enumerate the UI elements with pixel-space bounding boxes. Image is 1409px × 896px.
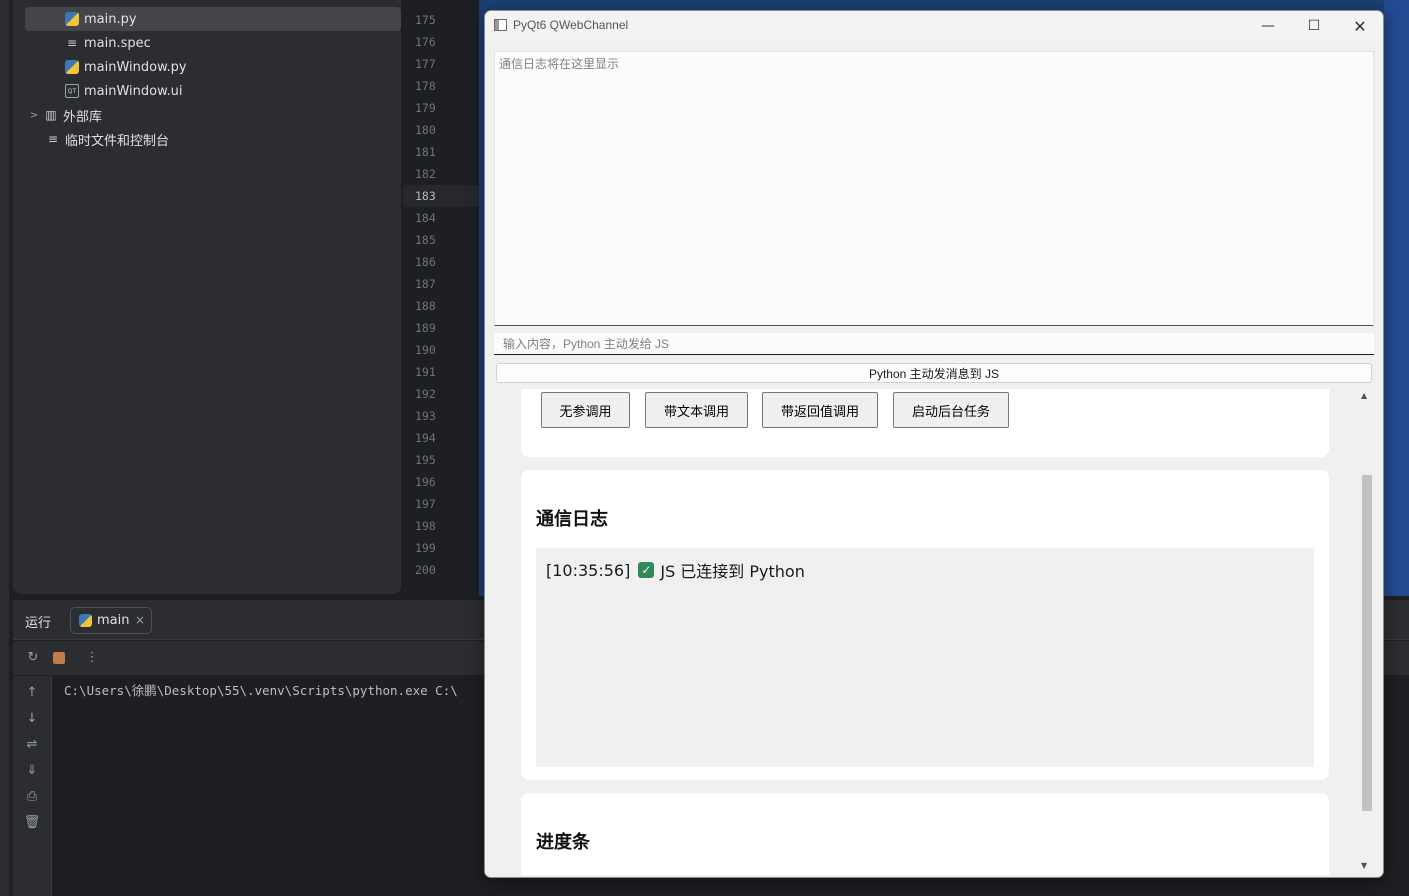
log-area: [10:35:56] ✓ JS 已连接到 Python [536, 548, 1314, 767]
library-icon: ▥ [45, 108, 57, 122]
ui-file-icon: QT [65, 84, 79, 98]
line-number: 175 [415, 13, 436, 27]
progress-card-title: 进度条 [536, 832, 590, 853]
window-title: PyQt6 QWebChannel [513, 18, 629, 32]
run-title: 运行 [25, 616, 52, 631]
line-number: 176 [415, 35, 436, 49]
window-title-bar[interactable]: PyQt6 QWebChannel — ☐ ✕ [485, 11, 1383, 41]
project-tree-panel: main.py ≡ main.spec mainWindow.py QT mai… [13, 0, 401, 594]
call-with-return-button[interactable]: 带返回值调用 [762, 392, 878, 428]
log-entry-time: [10:35:56] [546, 560, 631, 580]
line-number: 200 [415, 563, 436, 577]
arrow-up-icon[interactable]: ↑ [23, 684, 41, 702]
chevron-right-icon[interactable]: > [27, 110, 41, 121]
pyqt-window: PyQt6 QWebChannel — ☐ ✕ 通信日志将在这里显示 Pytho… [484, 10, 1384, 878]
line-number: 186 [415, 255, 436, 269]
actions-card: 无参调用 带文本调用 带返回值调用 启动后台任务 [521, 389, 1329, 457]
print-icon[interactable]: ⎙ [23, 788, 41, 806]
stop-button[interactable] [53, 652, 65, 664]
tree-item-main-py[interactable]: main.py [25, 7, 401, 31]
tree-item-label: mainWindow.py [84, 59, 187, 75]
line-number: 197 [415, 497, 436, 511]
python-file-icon [65, 12, 79, 26]
check-icon: ✓ [638, 562, 655, 578]
app-icon [494, 19, 507, 31]
call-no-args-button[interactable]: 无参调用 [541, 392, 630, 428]
line-number: 190 [415, 343, 436, 357]
line-number: 199 [415, 541, 436, 555]
line-number: 184 [415, 211, 436, 225]
message-input[interactable] [494, 333, 1374, 355]
window-body: 通信日志将在这里显示 Python 主动发消息到 JS 无参调用 带文本调用 带… [485, 41, 1383, 877]
tree-item-scratches[interactable]: ≡ 临时文件和控制台 [46, 127, 169, 151]
line-number: 187 [415, 277, 436, 291]
line-number: 180 [415, 123, 436, 137]
line-number: 178 [415, 79, 436, 93]
tree-item-external-libraries[interactable]: > ▥ 外部库 [27, 103, 102, 127]
line-number: 181 [415, 145, 436, 159]
scroll-down-arrow-icon[interactable]: ▼ [1361, 861, 1367, 870]
editor-gutter: 175 176 177 178 179 180 181 182 183 184 … [403, 0, 479, 596]
line-number: 188 [415, 299, 436, 313]
progress-card: 进度条 [521, 793, 1329, 875]
editor-scroll-edge [1384, 0, 1409, 596]
log-card: 通信日志 [10:35:56] ✓ JS 已连接到 Python [521, 470, 1329, 780]
start-background-task-button[interactable]: 启动后台任务 [893, 392, 1009, 428]
web-scrollbar[interactable]: ▲ ▼ [1358, 389, 1374, 875]
scroll-to-end-icon[interactable]: ⇓ [23, 762, 41, 780]
tree-item-main-spec[interactable]: ≡ main.spec [65, 31, 151, 55]
line-number: 189 [415, 321, 436, 335]
current-line-number: 183 [403, 185, 479, 207]
call-with-text-button[interactable]: 带文本调用 [645, 392, 748, 428]
line-number: 192 [415, 387, 436, 401]
spec-file-icon: ≡ [66, 36, 78, 50]
line-number: 194 [415, 431, 436, 445]
scratches-icon: ≡ [47, 132, 59, 146]
window-close-button[interactable]: ✕ [1337, 11, 1383, 41]
line-number: 177 [415, 57, 436, 71]
web-view: 无参调用 带文本调用 带返回值调用 启动后台任务 通信日志 [10:35:56]… [494, 389, 1374, 875]
send-to-js-button[interactable]: Python 主动发消息到 JS [496, 363, 1372, 383]
line-number: 193 [415, 409, 436, 423]
log-entry-text: JS 已连接到 Python [660, 562, 805, 581]
tree-item-label: 外部库 [63, 109, 103, 125]
python-file-icon [65, 60, 79, 74]
soft-wrap-icon[interactable]: ⇌ [23, 736, 41, 754]
run-tab-label: main [97, 613, 130, 628]
line-number: 182 [415, 167, 436, 181]
tree-item-label: main.py [84, 11, 137, 27]
tree-item-label: mainWindow.ui [84, 83, 183, 99]
tree-item-label: 临时文件和控制台 [65, 133, 170, 149]
line-number: 191 [415, 365, 436, 379]
tree-item-mainwindow-py[interactable]: mainWindow.py [65, 55, 187, 79]
line-number: 198 [415, 519, 436, 533]
rerun-icon[interactable]: ↻ [25, 649, 41, 665]
maximize-button[interactable]: ☐ [1291, 11, 1337, 41]
log-card-title: 通信日志 [536, 509, 608, 530]
more-options-icon[interactable]: ⋮ [84, 649, 100, 665]
log-placeholder: 通信日志将在这里显示 [499, 57, 620, 71]
log-entry: [10:35:56] ✓ JS 已连接到 Python [546, 558, 805, 582]
tree-item-label: main.spec [84, 35, 151, 51]
scroll-up-arrow-icon[interactable]: ▲ [1361, 391, 1367, 400]
scrollbar-thumb[interactable] [1362, 475, 1372, 811]
run-side-toolbar: ↑ ↓ ⇌ ⇓ ⎙ 🗑 [13, 676, 52, 896]
arrow-down-icon[interactable]: ↓ [23, 710, 41, 728]
tree-item-mainwindow-ui[interactable]: QT mainWindow.ui [65, 79, 183, 103]
run-tab-main[interactable]: main × [70, 607, 152, 634]
line-number: 179 [415, 101, 436, 115]
console-output-line: C:\Users\徐鹏\Desktop\55\.venv\Scripts\pyt… [64, 683, 458, 698]
trash-icon[interactable]: 🗑 [23, 814, 41, 832]
close-icon[interactable]: × [135, 613, 145, 627]
ide-left-toolbar-strip [0, 0, 9, 896]
python-log-textedit[interactable]: 通信日志将在这里显示 [494, 51, 1374, 326]
minimize-button[interactable]: — [1245, 11, 1291, 41]
line-number: 185 [415, 233, 436, 247]
line-number: 195 [415, 453, 436, 467]
line-number: 196 [415, 475, 436, 489]
python-file-icon [79, 614, 92, 627]
